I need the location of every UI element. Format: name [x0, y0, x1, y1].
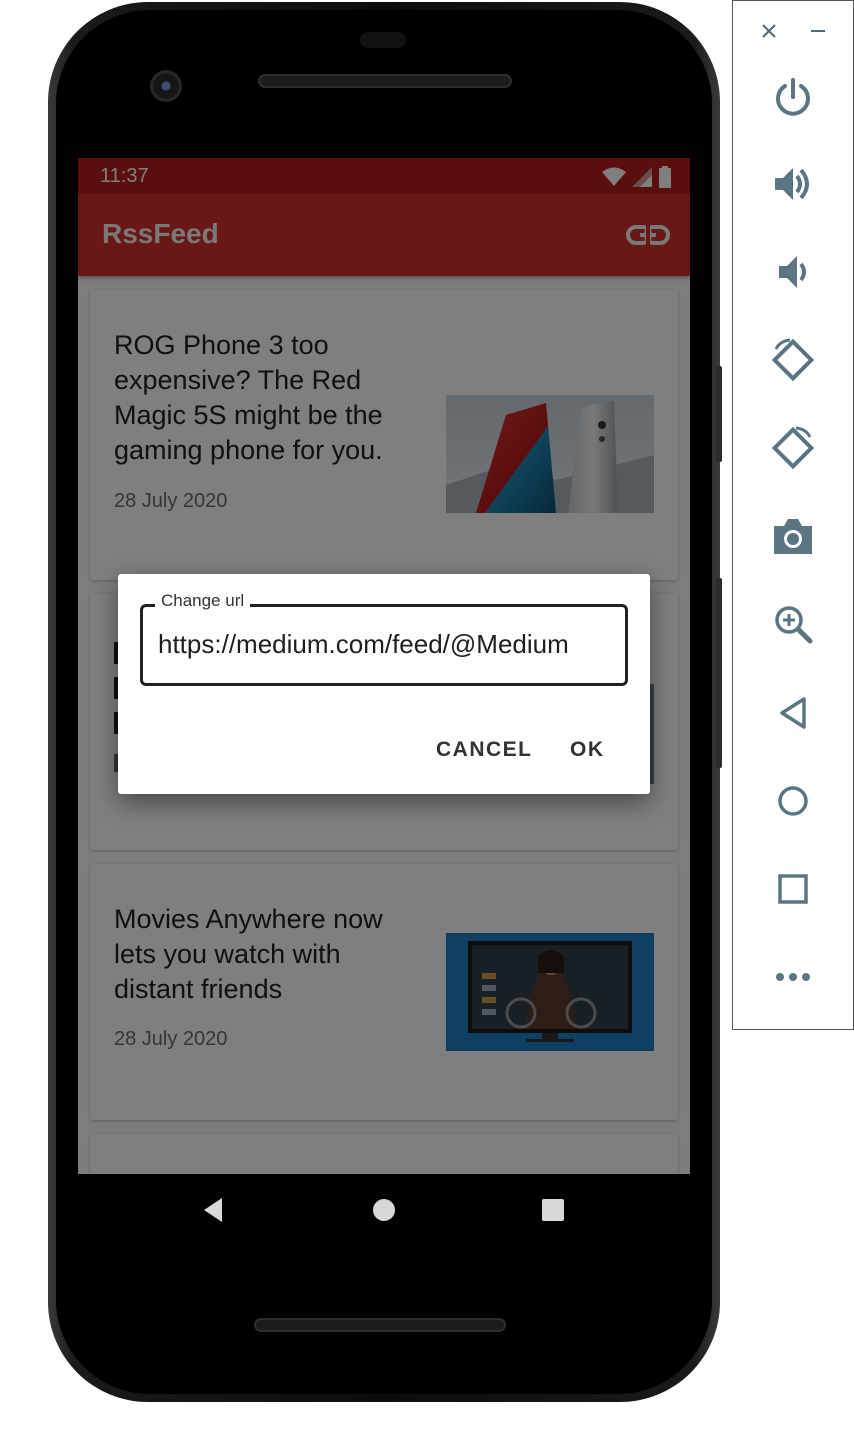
phone-volume-button — [716, 366, 722, 462]
rotate-right-icon — [771, 426, 815, 470]
power-button[interactable] — [767, 71, 819, 123]
overview-icon — [778, 874, 808, 904]
home-icon — [778, 786, 808, 816]
minimize-icon[interactable] — [810, 23, 826, 39]
volume-up-button[interactable] — [767, 158, 819, 210]
back-icon — [780, 697, 806, 729]
rotate-left-button[interactable] — [767, 334, 819, 386]
emulator-overview-button[interactable] — [767, 863, 819, 915]
camera-icon — [774, 519, 812, 554]
device-screen: 11:37 RssFeed ROG Phone 3 too expensive?… — [78, 158, 690, 1174]
change-url-dialog: Change url CANCEL OK — [118, 574, 650, 794]
url-input[interactable] — [158, 629, 618, 660]
volume-down-button[interactable] — [767, 246, 819, 298]
navigation-bar — [78, 1174, 690, 1246]
top-speaker — [258, 74, 512, 88]
phone-power-button — [716, 578, 722, 768]
url-field: Change url — [140, 591, 628, 686]
front-camera — [150, 70, 182, 102]
more-icon — [776, 973, 810, 981]
home-icon[interactable] — [372, 1196, 396, 1224]
url-field-label: Change url — [155, 591, 251, 611]
rotate-left-icon — [771, 338, 815, 382]
power-icon — [776, 78, 810, 116]
emulator-toolbar — [732, 0, 854, 1030]
volume-down-icon — [779, 256, 806, 288]
ok-button[interactable]: OK — [570, 738, 605, 762]
zoom-button[interactable] — [767, 598, 819, 650]
bottom-speaker — [254, 1318, 506, 1332]
emulator-home-button[interactable] — [767, 775, 819, 827]
zoom-icon — [775, 606, 813, 644]
emulator-back-button[interactable] — [767, 687, 819, 739]
back-icon[interactable] — [202, 1196, 224, 1224]
rotate-right-button[interactable] — [767, 422, 819, 474]
cancel-button[interactable]: CANCEL — [436, 738, 533, 762]
close-icon[interactable] — [761, 23, 777, 39]
more-button[interactable] — [767, 951, 819, 1003]
screenshot-button[interactable] — [767, 510, 819, 562]
recents-icon[interactable] — [541, 1196, 565, 1224]
phone-sensor — [360, 32, 406, 48]
volume-up-icon — [775, 168, 809, 200]
